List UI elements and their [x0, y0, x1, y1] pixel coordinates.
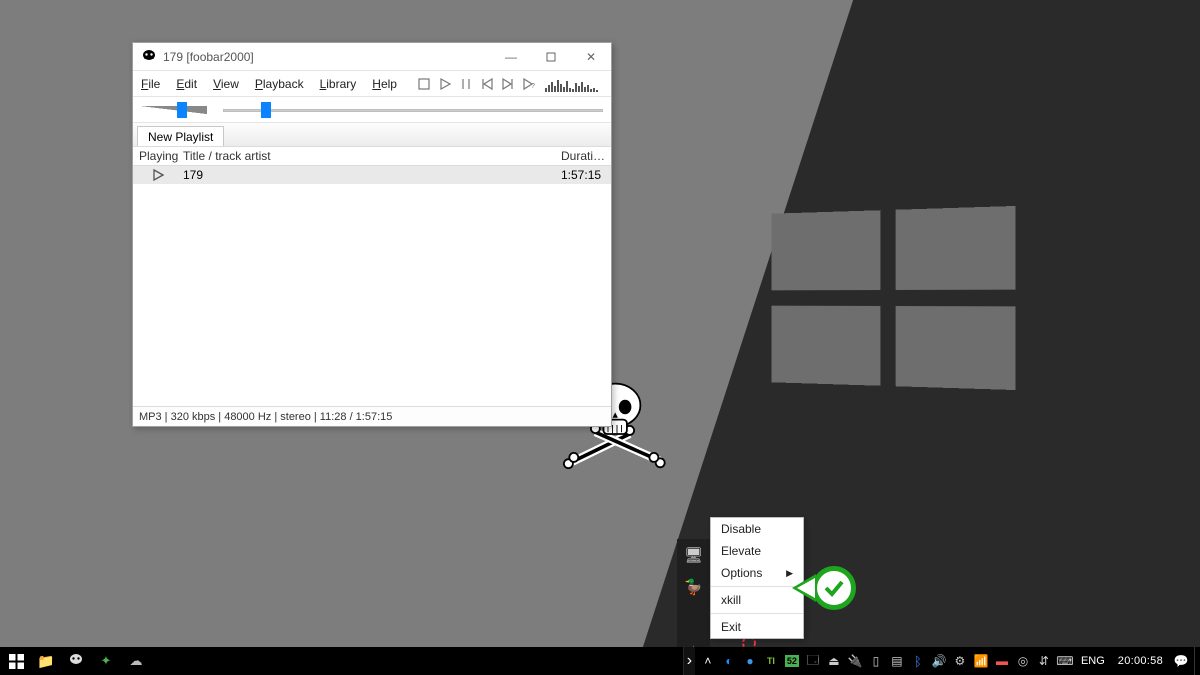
tray-usb-icon[interactable]: ⏏ — [825, 647, 843, 675]
tray-icon-3[interactable]: TI — [762, 647, 780, 675]
taskbar-app-explorer[interactable]: 📁 — [32, 647, 60, 675]
windows-logo — [771, 206, 1015, 390]
tray-icon-2[interactable]: ● — [741, 647, 759, 675]
submenu-arrow-icon: ▶ — [786, 568, 793, 579]
playlist-rows[interactable]: 1791:57:15 — [133, 166, 611, 406]
close-button[interactable]: ✕ — [571, 43, 611, 71]
menu-playback[interactable]: Playback — [247, 71, 312, 96]
show-desktop-button[interactable] — [1194, 647, 1200, 675]
context-item-label: Exit — [721, 620, 741, 634]
menu-view[interactable]: View — [205, 71, 247, 96]
tray-chevron-icon[interactable]: ˄ — [699, 647, 717, 675]
col-playing[interactable]: Playing — [133, 149, 183, 163]
menu-edit[interactable]: Edit — [168, 71, 205, 96]
volume-thumb[interactable] — [177, 102, 187, 118]
column-headers[interactable]: Playing Title / track artist Durati… — [133, 147, 611, 166]
start-button[interactable] — [2, 647, 30, 675]
prev-button[interactable] — [478, 74, 497, 94]
context-item-label: Options — [721, 566, 762, 580]
playing-icon — [133, 169, 183, 181]
taskbar-app-4[interactable]: ☁ — [122, 647, 150, 675]
context-item-exit[interactable]: Exit — [711, 616, 803, 638]
volume-slider[interactable] — [141, 103, 207, 117]
playlist-row[interactable]: 1791:57:15 — [133, 166, 611, 184]
tray-sync-icon[interactable]: ⇵ — [1035, 647, 1053, 675]
tray-location-icon[interactable]: ◎ — [1014, 647, 1032, 675]
context-item-xkill[interactable]: xkill — [711, 589, 803, 611]
context-item-disable[interactable]: Disable — [711, 518, 803, 540]
system-tray: ˄ ◐ ● TI 52 🗔 ⏏ 🔌 ▯ ▤ ᛒ 🔊 ⚙ 📶 ▬ ◎ ⇵ ⌨ EN… — [695, 647, 1194, 675]
menu-library[interactable]: Library — [312, 71, 365, 96]
tray-volume-icon[interactable]: 🔊 — [930, 647, 948, 675]
stop-button[interactable] — [415, 74, 434, 94]
taskbar-app-3[interactable]: ✦ — [92, 647, 120, 675]
tray-icon-1[interactable]: ◐ — [720, 647, 738, 675]
taskbar-clock[interactable]: 20:00:58 — [1112, 655, 1169, 667]
minimize-button[interactable]: — — [491, 43, 531, 71]
tray-icon-6[interactable]: ▬ — [993, 647, 1011, 675]
window-title: 179 [foobar2000] — [163, 50, 491, 64]
context-item-elevate[interactable]: Elevate — [711, 540, 803, 562]
foobar-app-icon — [141, 49, 157, 65]
language-indicator[interactable]: ENG — [1077, 655, 1109, 667]
col-title[interactable]: Title / track artist — [183, 149, 561, 163]
tray-icon-4[interactable]: 52 — [783, 647, 801, 675]
titlebar[interactable]: 179 [foobar2000] — ✕ — [133, 43, 611, 71]
col-duration[interactable]: Durati… — [561, 149, 611, 163]
foobar2000-window: 179 [foobar2000] — ✕ File Edit View Play… — [132, 42, 612, 427]
tray-context-menu: Disable Elevate Options ▶ xkill Exit — [710, 517, 804, 639]
taskbar: 📁 ✦ ☁ › ˄ ◐ ● TI 52 🗔 ⏏ 🔌 ▯ ▤ ᛒ 🔊 ⚙ 📶 ▬ … — [0, 647, 1200, 675]
slider-bar — [133, 97, 611, 123]
play-button[interactable] — [436, 74, 455, 94]
tray-power-icon[interactable]: 🔌 — [846, 647, 864, 675]
taskbar-app-foobar[interactable] — [62, 647, 90, 675]
status-bar: MP3 | 320 kbps | 48000 Hz | stereo | 11:… — [133, 406, 611, 426]
tray-cpu-icon[interactable]: ⚙ — [951, 647, 969, 675]
context-item-label: Elevate — [721, 544, 761, 558]
tray-icon-5[interactable]: 🗔 — [804, 647, 822, 675]
seek-thumb[interactable] — [261, 102, 271, 118]
tray-wifi-icon[interactable]: 📶 — [972, 647, 990, 675]
menu-help[interactable]: Help — [364, 71, 405, 96]
random-button[interactable]: ? — [520, 74, 539, 94]
visualizer — [545, 76, 598, 92]
tray-item-2[interactable]: 🦆 — [677, 571, 710, 603]
tray-overflow-toggle[interactable]: › — [683, 647, 695, 675]
tray-keyboard-icon[interactable]: ⌨ — [1056, 647, 1074, 675]
notifications-icon[interactable]: 💬 — [1172, 647, 1190, 675]
context-item-label: Disable — [721, 522, 761, 536]
playlist-tabbar[interactable]: New Playlist — [133, 123, 611, 147]
context-item-options[interactable]: Options ▶ — [711, 562, 803, 584]
tray-item-1[interactable]: 🖥 — [677, 539, 710, 571]
row-duration: 1:57:15 — [561, 168, 611, 182]
tray-hdd-icon[interactable]: ▤ — [888, 647, 906, 675]
tray-battery-icon[interactable]: ▯ — [867, 647, 885, 675]
menu-bar: File Edit View Playback Library Help ? — [133, 71, 611, 97]
svg-text:?: ? — [531, 83, 535, 90]
menu-file[interactable]: File — [133, 71, 168, 96]
next-button[interactable] — [499, 74, 518, 94]
tray-bluetooth-icon[interactable]: ᛒ — [909, 647, 927, 675]
seek-slider[interactable] — [223, 103, 603, 117]
maximize-button[interactable] — [531, 43, 571, 71]
pause-button[interactable] — [457, 74, 476, 94]
row-title: 179 — [183, 168, 561, 182]
context-item-label: xkill — [721, 593, 741, 607]
playlist-tab[interactable]: New Playlist — [137, 126, 224, 146]
